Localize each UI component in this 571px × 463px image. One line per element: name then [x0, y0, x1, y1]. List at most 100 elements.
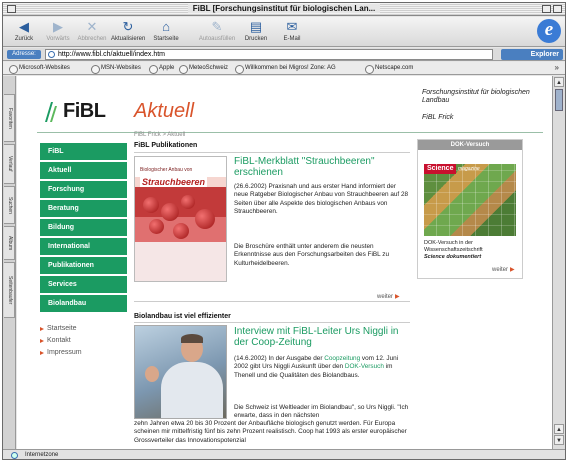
- read-more-link[interactable]: weiter ▶: [377, 293, 400, 300]
- nav-item-services[interactable]: Services: [37, 276, 127, 293]
- favorite-link[interactable]: Netscape.com: [365, 64, 413, 74]
- section-divider: [134, 301, 410, 302]
- berry-graphic: [161, 203, 179, 221]
- urs-niggli-photo[interactable]: [134, 325, 227, 419]
- institute-location: FiBL Frick: [422, 114, 454, 121]
- favorite-link[interactable]: MSN-Websites: [91, 64, 141, 74]
- section-divider: [134, 152, 410, 153]
- mail-button[interactable]: ✉ E-Mail: [275, 18, 309, 46]
- article-paragraph: (14.6.2002) In der Ausgabe der Coopzeitu…: [234, 355, 399, 379]
- status-bar: Internetzone: [3, 449, 565, 459]
- autofill-button[interactable]: ✎ Autoausfüllen: [197, 18, 237, 46]
- link-coopzeitung[interactable]: Coopzeitung: [324, 355, 360, 362]
- link-kontakt[interactable]: Kontakt: [39, 335, 82, 347]
- scroll-up-arrow-icon[interactable]: ▲: [554, 424, 564, 434]
- home-icon: ⌂: [162, 19, 170, 34]
- back-button[interactable]: ◀ Zurück: [7, 18, 41, 46]
- address-input[interactable]: http://www.fibl.ch/aktuell/index.htm: [45, 49, 493, 60]
- nav-item-forschung[interactable]: Forschung: [37, 181, 127, 198]
- address-bar: Adresse: http://www.fibl.ch/aktuell/inde…: [3, 48, 565, 61]
- article-paragraph: Die Broschüre enthält unter anderem die …: [234, 243, 390, 267]
- nav-item-fibl[interactable]: FiBL: [37, 143, 127, 160]
- side-tab-album[interactable]: Album: [4, 226, 15, 260]
- vertical-scrollbar[interactable]: ▲ ▲ ▼: [552, 76, 565, 449]
- explorer-button[interactable]: Explorer: [501, 49, 563, 60]
- article-title-interview[interactable]: Interview mit FiBL-Leiter Urs Niggli in …: [234, 326, 409, 348]
- browser-window: FiBL [Forschungsinstitut für biologische…: [2, 2, 566, 460]
- browser-toolbar: ◀ Zurück ▶ Vorwärts ✕ Abbrechen ↻ Aktual…: [3, 17, 565, 47]
- favorite-link[interactable]: MeteoSchweiz: [179, 64, 228, 74]
- science-logo: Science: [424, 164, 457, 174]
- globe-icon: [48, 51, 55, 58]
- nav-item-aktuell[interactable]: Aktuell: [37, 162, 127, 179]
- article-title-strauchbeeren[interactable]: FiBL-Merkblatt "Strauchbeeren" erschiene…: [234, 156, 409, 178]
- collapse-box-icon[interactable]: [553, 5, 562, 13]
- refresh-button[interactable]: ↻ Aktualisieren: [111, 18, 145, 46]
- main-navigation: FiBL Aktuell Forschung Beratung Bildung …: [37, 143, 127, 314]
- home-button[interactable]: ⌂ Startseite: [149, 18, 183, 46]
- web-page: FiBL Aktuell Forschungsinstitut für biol…: [17, 76, 552, 449]
- link-impressum[interactable]: Impressum: [39, 347, 82, 359]
- nav-item-publikationen[interactable]: Publikationen: [37, 257, 127, 274]
- window-title: FiBL [Forschungsinstitut für biologische…: [187, 4, 381, 13]
- internet-zone-icon: [11, 452, 18, 459]
- more-chevron-icon[interactable]: »: [555, 63, 559, 72]
- fibl-logo[interactable]: FiBL: [43, 96, 123, 126]
- stop-button[interactable]: ✕ Abbrechen: [75, 18, 109, 46]
- favorite-link[interactable]: Willkommen bei Migros! Zone: AG: [235, 64, 336, 74]
- scrollbar-thumb[interactable]: [555, 89, 563, 111]
- side-tab-page-holder[interactable]: Seitenbaufer: [4, 262, 15, 318]
- breadcrumb[interactable]: FiBL Frick > Aktuell: [134, 132, 185, 138]
- stop-icon: ✕: [86, 19, 98, 34]
- strauchbeeren-brochure-image[interactable]: Biologischer Anbau von Strauchbeeren: [134, 156, 227, 282]
- forward-arrow-icon: ▶: [53, 19, 63, 34]
- nav-item-international[interactable]: International: [37, 238, 127, 255]
- refresh-icon: ↻: [122, 19, 134, 34]
- dok-versuch-box: DOK-Versuch Science magazine DOK-Versuch…: [417, 139, 523, 279]
- dok-versuch-caption-strong: Science dokumentiert: [424, 254, 482, 260]
- mail-icon: ✉: [286, 19, 298, 34]
- section-divider: [134, 322, 410, 323]
- science-magazine-cover[interactable]: [424, 164, 516, 236]
- nav-item-beratung[interactable]: Beratung: [37, 200, 127, 217]
- address-url: http://www.fibl.ch/aktuell/index.htm: [58, 51, 165, 58]
- favorites-bar: Microsoft-Websites MSN-Websites Apple Me…: [3, 62, 565, 75]
- arrow-right-icon: ▶: [510, 267, 515, 273]
- side-tab-favorites[interactable]: Favoriten: [4, 94, 15, 142]
- article-paragraph: Die Schweiz ist Weltleader im Biolandbau…: [234, 404, 409, 420]
- side-tab-history[interactable]: Verlauf: [4, 144, 15, 184]
- dok-versuch-caption: DOK-Versuch in der Wissenschaftszeitschr…: [424, 240, 483, 253]
- favorite-link[interactable]: Apple: [149, 64, 174, 74]
- read-more-link[interactable]: weiter ▶: [492, 266, 515, 273]
- arrow-right-icon: ▶: [395, 294, 400, 300]
- berry-graphic: [143, 197, 159, 213]
- dok-versuch-heading: DOK-Versuch: [418, 140, 522, 150]
- institute-name: Forschungsinstitut für biologischen Land…: [422, 89, 530, 104]
- scroll-up-arrow-icon[interactable]: ▲: [554, 77, 564, 87]
- article-paragraph: (26.6.2002) Praxisnah und aus erster Han…: [234, 183, 409, 216]
- link-dok-versuch[interactable]: DOK-Versuch: [345, 363, 384, 370]
- favorite-link[interactable]: Microsoft-Websites: [9, 64, 70, 74]
- link-startseite[interactable]: Startseite: [39, 323, 82, 335]
- berry-graphic: [181, 195, 195, 209]
- zoom-box-icon[interactable]: [542, 5, 551, 13]
- footer-links: Startseite Kontakt Impressum: [39, 323, 82, 359]
- page-title: Aktuell: [134, 100, 195, 122]
- article-paragraph: zehn Jahren etwa 20 bis 30 Prozent der A…: [134, 420, 407, 444]
- section-heading-publications: FiBL Publikationen: [134, 142, 198, 149]
- forward-button[interactable]: ▶ Vorwärts: [41, 18, 75, 46]
- address-label: Adresse:: [7, 50, 41, 59]
- header-divider: [37, 132, 543, 133]
- explorer-side-tabs: Favoriten Verlauf Suchen Album Seitenbau…: [3, 76, 16, 449]
- print-button[interactable]: ▤ Drucken: [239, 18, 273, 46]
- nav-item-bildung[interactable]: Bildung: [37, 219, 127, 236]
- side-tab-search[interactable]: Suchen: [4, 186, 15, 224]
- nav-item-biolandbau[interactable]: Biolandbau: [37, 295, 127, 312]
- title-bar[interactable]: FiBL [Forschungsinstitut für biologische…: [3, 3, 565, 16]
- scroll-down-arrow-icon[interactable]: ▼: [554, 435, 564, 445]
- berry-graphic: [195, 209, 215, 229]
- status-text: Internetzone: [25, 452, 59, 458]
- autofill-icon: ✎: [211, 19, 223, 34]
- internet-explorer-logo-icon: e: [537, 19, 561, 43]
- section-heading-biolandbau: Biolandbau ist viel effizienter: [134, 313, 231, 320]
